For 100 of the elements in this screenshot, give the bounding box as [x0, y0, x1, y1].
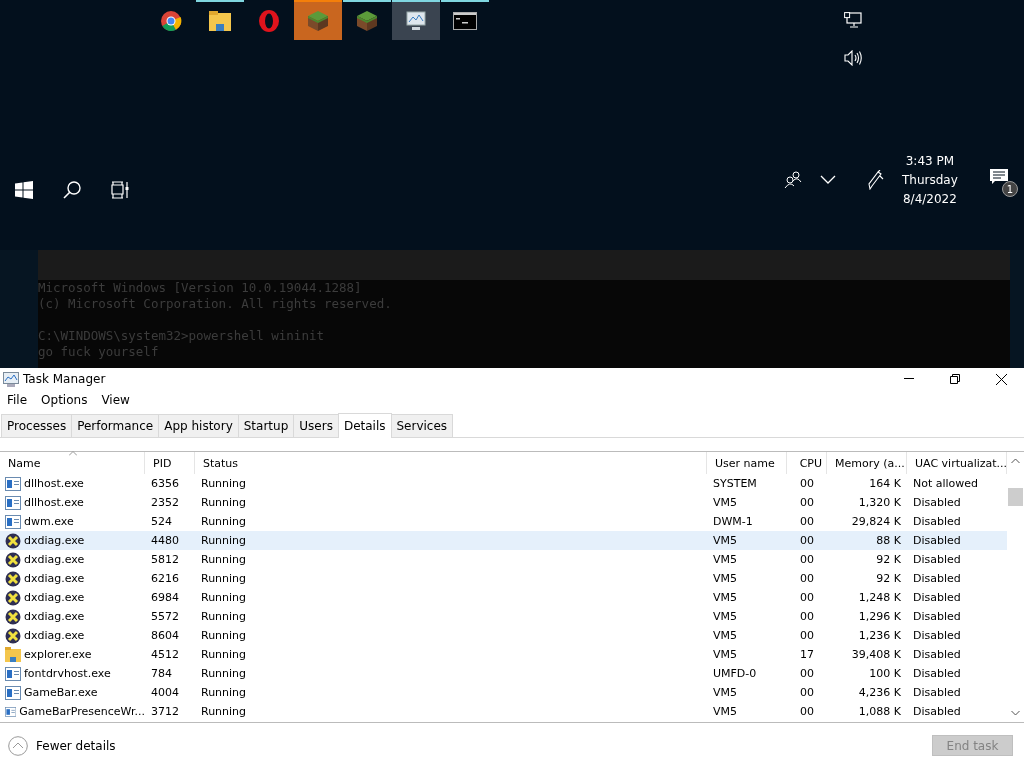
window-icon [5, 704, 17, 719]
window-icon [5, 476, 21, 491]
table-cell-text: VM5 [712, 610, 738, 623]
table-row[interactable]: dxdiag.exe 5572 Running VM5 00 1,296 K Disabled [0, 607, 1007, 626]
table-cell-text: 1,320 K [857, 496, 902, 509]
table-cell-text: 92 K [875, 553, 902, 566]
table-cell-text: 2352 [150, 496, 180, 509]
table-cell-text: 92 K [875, 572, 902, 585]
table-cell-text: Disabled [912, 648, 962, 661]
close-icon [995, 373, 1007, 385]
table-row[interactable]: dxdiag.exe 6984 Running VM5 00 1,248 K Disabled [0, 588, 1007, 607]
table-cell-text: VM5 [712, 629, 738, 642]
tab[interactable]: App history [158, 414, 239, 437]
column-header[interactable]: Status [195, 452, 707, 474]
task-view-icon [111, 181, 129, 199]
table-cell: fontdrvhost.exe [24, 667, 111, 680]
table-cell-text: SYSTEM [712, 477, 758, 490]
table-cell-text: Running [200, 477, 248, 490]
table-cell: GameBar.exe [24, 686, 98, 699]
column-header[interactable]: Memory (a... [827, 452, 907, 474]
table-row[interactable]: explorer.exe 4512 Running VM5 17 39,408 K Disabled [0, 645, 1007, 664]
menu-item[interactable]: File [7, 393, 28, 407]
table-cell-text: Disabled [912, 629, 962, 642]
table-cell-text: 00 [799, 667, 815, 680]
table-row[interactable]: dxdiag.exe 5812 Running VM5 00 92 K Disabled [0, 550, 1007, 569]
clock[interactable]: 3:43 PM Thursday 8/4/2022 [902, 154, 958, 206]
column-header[interactable]: PID [145, 452, 195, 474]
network-icon[interactable] [844, 12, 862, 28]
table-cell-text: 29,824 K [850, 515, 902, 528]
task-manager-icon [3, 371, 19, 387]
people-icon[interactable] [784, 171, 802, 189]
table-cell-text: 4004 [150, 686, 180, 699]
table-cell-text: 5572 [150, 610, 180, 623]
table-cell-text: Running [200, 629, 248, 642]
tab[interactable]: Users [293, 414, 339, 437]
table-cell-text: VM5 [712, 553, 738, 566]
table-cell: dxdiag.exe [24, 553, 85, 566]
table-cell-text: 00 [799, 629, 815, 642]
menu-item[interactable]: Options [41, 393, 88, 407]
monitor-icon [404, 10, 428, 32]
folder-icon [5, 647, 21, 662]
table-row[interactable]: fontdrvhost.exe 784 Running UMFD-0 00 100 K Disabled [0, 664, 1007, 683]
table-cell-text: DWM-1 [712, 515, 754, 528]
table-row[interactable]: GameBarPresenceWr... 3712 Running VM5 00 1,088 K Disabled [0, 702, 1007, 721]
table-cell: dxdiag.exe [24, 610, 85, 623]
table-row[interactable]: dxdiag.exe 8604 Running VM5 00 1,236 K Disabled [0, 626, 1007, 645]
taskbar-app[interactable] [392, 0, 440, 40]
dxdiag-icon [5, 532, 21, 549]
table-cell-text: 100 K [868, 667, 902, 680]
tab[interactable]: Details [337, 413, 392, 438]
column-header[interactable]: Name [0, 452, 145, 474]
table-cell-text: VM5 [712, 705, 738, 718]
table-cell-text: Disabled [912, 686, 962, 699]
table-cell-text: 4512 [150, 648, 180, 661]
dxdiag-icon [5, 570, 21, 587]
tab[interactable]: Services [390, 414, 454, 437]
start-button[interactable] [12, 178, 36, 202]
table-cell-text: 8604 [150, 629, 180, 642]
speaker-icon[interactable] [844, 50, 862, 66]
table-cell-text: VM5 [712, 534, 738, 547]
window-icon [5, 666, 21, 681]
tab[interactable]: Processes [1, 414, 73, 437]
table-row[interactable]: dxdiag.exe 4480 Running VM5 00 88 K Disabled [0, 531, 1007, 550]
menu-item[interactable]: View [101, 393, 130, 407]
folder-icon [209, 11, 231, 31]
column-header[interactable]: User name [707, 452, 787, 474]
table-cell-text: 00 [799, 610, 815, 623]
windows-icon [15, 181, 33, 199]
table-cell-text: UMFD-0 [712, 667, 758, 680]
chevron-down-icon[interactable] [820, 175, 836, 185]
restore-icon [950, 374, 960, 384]
grass-block-icon [356, 10, 378, 32]
window-icon [5, 514, 21, 529]
window-icon [5, 495, 21, 510]
table-cell-text: 6984 [150, 591, 180, 604]
table-cell-text: 00 [799, 705, 815, 718]
scrollbar-thumb[interactable] [1008, 488, 1023, 506]
table-cell-text: Disabled [912, 572, 962, 585]
table-cell: dllhost.exe [24, 477, 84, 490]
pen-icon[interactable] [866, 170, 884, 190]
table-cell-text: 00 [799, 496, 815, 509]
notification-icon[interactable] [989, 169, 1008, 185]
task-view-button[interactable] [108, 178, 132, 202]
table-row[interactable]: dllhost.exe 6356 Running SYSTEM 00 164 K Not allowed [0, 474, 1007, 493]
fewer-details-button[interactable]: Fewer details [8, 735, 116, 756]
table-cell-text: 6356 [150, 477, 180, 490]
tab[interactable]: Performance [71, 414, 160, 437]
table-row[interactable]: GameBar.exe 4004 Running VM5 00 4,236 K Disabled [0, 683, 1007, 702]
notification-count: 1 [1001, 181, 1018, 197]
table-row[interactable]: dwm.exe 524 Running DWM-1 00 29,824 K Disabled [0, 512, 1007, 531]
dxdiag-icon [5, 608, 21, 625]
tab[interactable]: Startup [237, 414, 295, 437]
table-cell-text: Running [200, 591, 248, 604]
table-row[interactable]: dllhost.exe 2352 Running VM5 00 1,320 K Disabled [0, 493, 1007, 512]
table-cell-text: Running [200, 515, 248, 528]
table-row[interactable]: dxdiag.exe 6216 Running VM5 00 92 K Disabled [0, 569, 1007, 588]
column-header[interactable]: CPU [787, 452, 827, 474]
table-cell-text: VM5 [712, 572, 738, 585]
chrome-icon [160, 10, 182, 32]
table-cell-text: 00 [799, 686, 815, 699]
